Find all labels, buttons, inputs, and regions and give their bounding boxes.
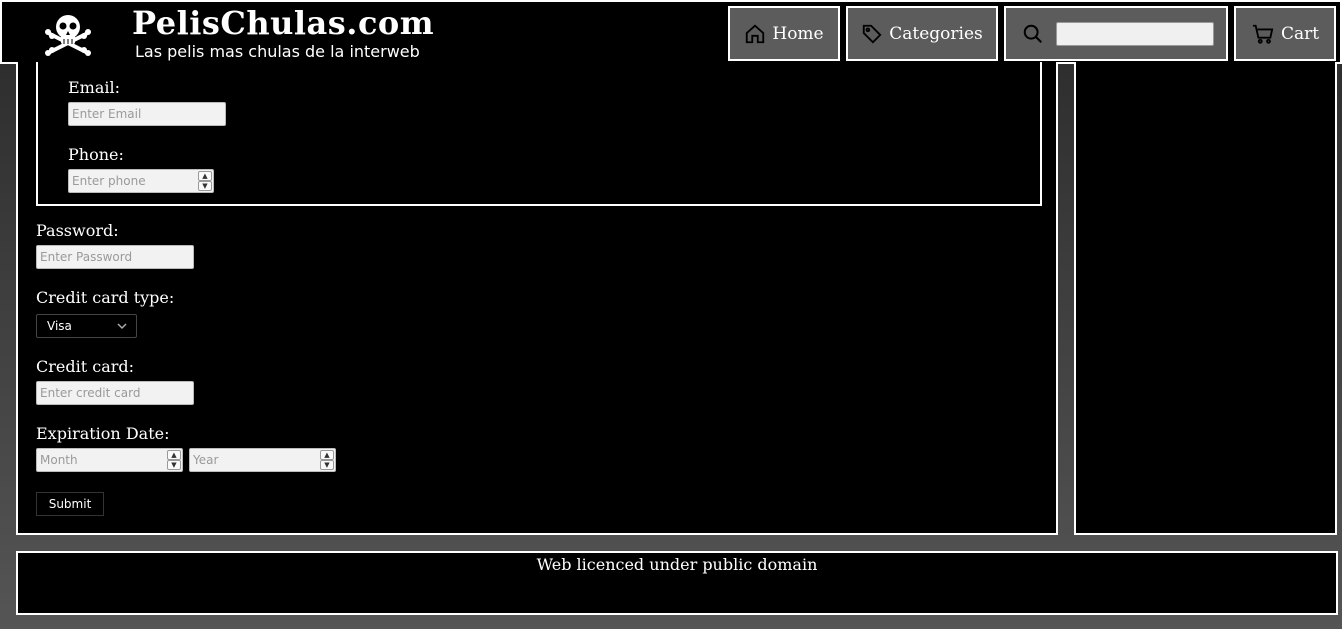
card-label: Credit card: [36, 357, 135, 376]
phone-label: Phone: [68, 145, 124, 164]
password-label: Password: [36, 221, 119, 240]
categories-button[interactable]: Categories [846, 6, 998, 61]
site-title: PelisChulas.com [132, 4, 435, 42]
contact-fieldset: Email: Enter Email Phone: Enter phone ▲ ▼ [36, 62, 1042, 206]
cart-button[interactable]: Cart [1234, 6, 1336, 61]
skull-crossbones-icon [44, 12, 92, 56]
email-label: Email: [68, 78, 121, 97]
home-button[interactable]: Home [728, 6, 840, 61]
year-stepper[interactable]: ▲ ▼ [320, 450, 334, 470]
month-placeholder: Month [40, 453, 78, 467]
footer-text: Web licenced under public domain [536, 555, 818, 574]
home-icon [746, 24, 765, 43]
credit-card-field[interactable]: Enter credit card [36, 381, 194, 405]
cart-icon [1252, 24, 1274, 44]
email-field[interactable]: Enter Email [68, 102, 226, 126]
year-field[interactable]: Year ▲ ▼ [189, 448, 336, 472]
year-placeholder: Year [193, 453, 219, 467]
main-content: Email: Enter Email Phone: Enter phone ▲ ▼… [16, 62, 1058, 535]
site-footer: Web licenced under public domain [16, 551, 1338, 615]
search-icon[interactable] [1022, 23, 1044, 45]
sidebar [1074, 62, 1337, 535]
phone-placeholder: Enter phone [72, 174, 146, 188]
chevron-down-icon [117, 323, 127, 330]
cart-button-label: Cart [1280, 23, 1320, 44]
month-stepper[interactable]: ▲ ▼ [167, 450, 181, 470]
search-box [1004, 6, 1228, 61]
home-button-label: Home [772, 23, 824, 44]
submit-button[interactable]: Submit [36, 492, 104, 516]
password-field[interactable]: Enter Password [36, 245, 194, 269]
tag-icon [863, 24, 882, 44]
card-type-label: Credit card type: [36, 288, 175, 307]
expiration-label: Expiration Date: [36, 424, 170, 443]
site-header: PelisChulas.com Las pelis mas chulas de … [0, 0, 1342, 64]
categories-button-label: Categories [889, 23, 983, 44]
search-input[interactable] [1056, 21, 1214, 46]
phone-stepper[interactable]: ▲ ▼ [198, 171, 212, 191]
site-subtitle: Las pelis mas chulas de la interweb [135, 42, 420, 61]
card-type-select[interactable]: Visa [36, 314, 137, 338]
card-type-selected: Visa [47, 319, 72, 333]
phone-field[interactable]: Enter phone ▲ ▼ [68, 169, 214, 193]
month-field[interactable]: Month ▲ ▼ [36, 448, 183, 472]
